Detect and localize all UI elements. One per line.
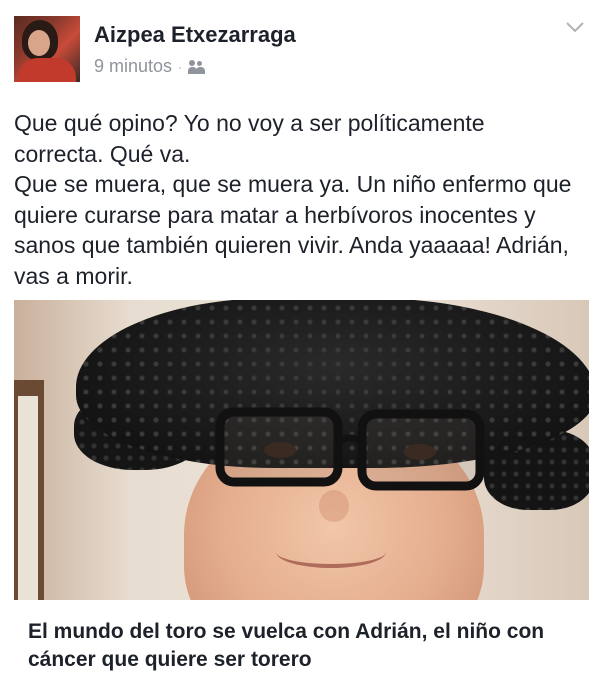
- meta-separator: ·: [178, 59, 183, 74]
- link-preview-image[interactable]: [14, 300, 589, 600]
- link-title[interactable]: El mundo del toro se vuelca con Adrián, …: [28, 618, 588, 674]
- post-body: Que qué opino? Yo no voy a ser políticam…: [14, 108, 589, 291]
- author-name[interactable]: Aizpea Etxezarraga: [94, 22, 296, 48]
- friends-icon[interactable]: [188, 59, 206, 74]
- facebook-post: Aizpea Etxezarraga 9 minutos · Que qué o…: [0, 0, 600, 680]
- chevron-down-icon[interactable]: [564, 18, 586, 36]
- post-meta: 9 minutos ·: [94, 56, 206, 77]
- author-avatar[interactable]: [14, 16, 80, 82]
- post-timestamp[interactable]: 9 minutos: [94, 56, 172, 77]
- link-preview[interactable]: El mundo del toro se vuelca con Adrián, …: [14, 600, 589, 680]
- post-text: Que qué opino? Yo no voy a ser políticam…: [14, 110, 572, 289]
